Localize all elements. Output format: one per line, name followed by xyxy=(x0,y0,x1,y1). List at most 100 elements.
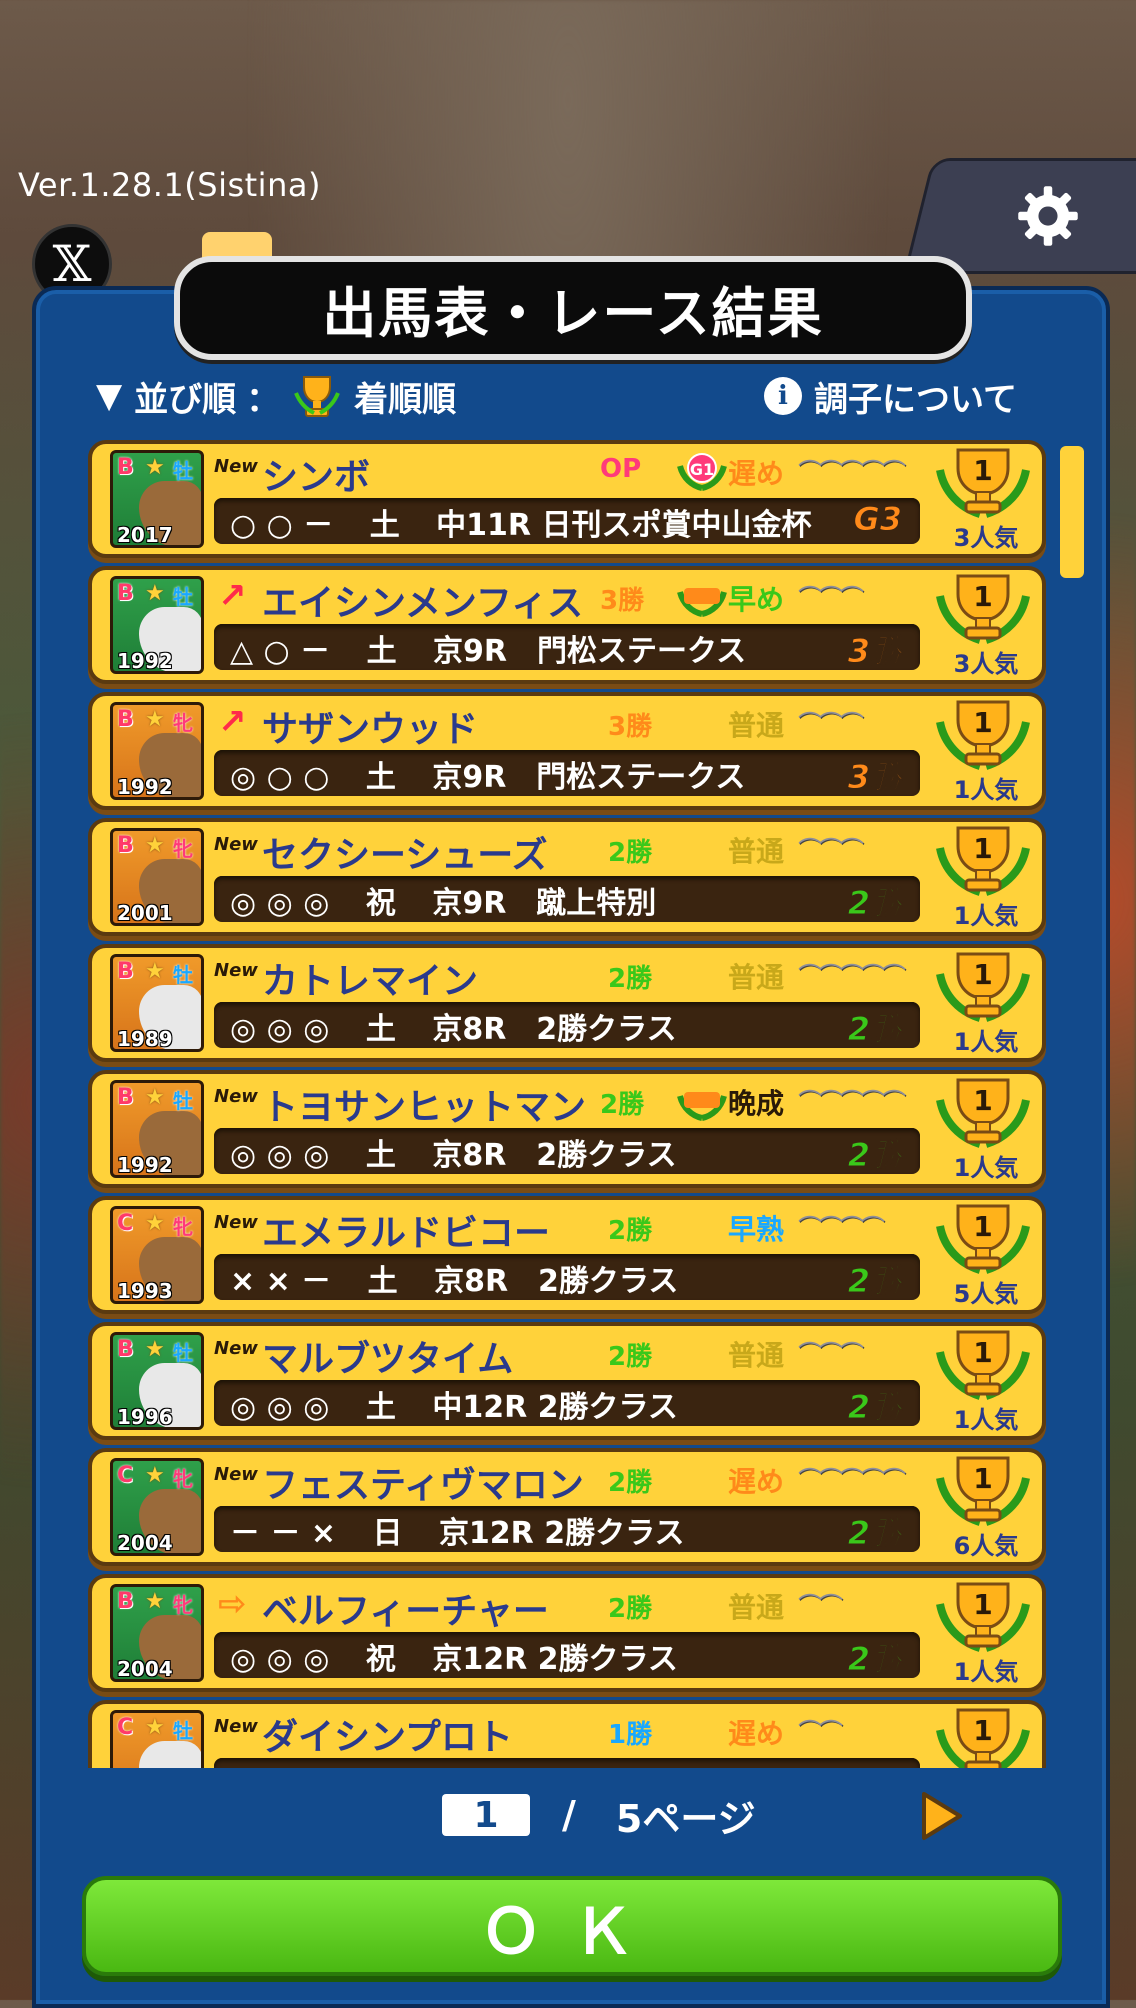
result-row[interactable]: B ★ 牡 1992 New トヨサンヒットマン 2勝 晩成 ⌒⌒⌒⌒⌒ ◎ ◎… xyxy=(88,1070,1046,1188)
svg-text:G1: G1 xyxy=(690,460,714,479)
rank-letter: B xyxy=(117,959,134,984)
result-row[interactable]: B ★ 牝 2001 New セクシーシューズ 2勝 普通 ⌒⌒⌒ ◎ ◎ ◎ … xyxy=(88,818,1046,936)
race-grade-label: 2勝 xyxy=(847,1136,902,1175)
race-grade-label: 2勝 xyxy=(847,1514,902,1553)
race-info: ◎ ◎ ◎ 祝 京9R 蹴上特別 xyxy=(230,878,656,922)
prediction-marks: ◎ ◎ ◎ xyxy=(230,1138,330,1173)
rank-letter: B xyxy=(117,1337,134,1362)
finish-position: 1 xyxy=(973,1210,992,1243)
result-row[interactable]: C ★ 牝 1993 New エメラルドビコー 2勝 早熟 ⌒⌒⌒⌒ × × －… xyxy=(88,1196,1046,1314)
class-label: OP xyxy=(600,454,642,484)
race-name: 京8R 2勝クラス xyxy=(432,1138,677,1173)
growth-type-label: 遅め xyxy=(728,1465,785,1498)
new-badge: New xyxy=(214,960,258,981)
result-row[interactable]: B ★ 牝 1992 ↗ サザンウッド 3勝 普通 ⌒⌒⌒ ◎ ○ ○ 土 京9… xyxy=(88,692,1046,810)
growth-type-label: 普通 xyxy=(728,835,785,868)
trophy-icon: 1 xyxy=(936,700,1030,770)
prediction-marks: ◎ ◎ ◎ xyxy=(230,1012,330,1047)
result-row[interactable]: B ★ 牡 1989 New カトレマイン 2勝 普通 ⌒⌒⌒⌒⌒ ◎ ◎ ◎ … xyxy=(88,944,1046,1062)
horse-name: シンボ xyxy=(262,457,371,498)
horseshoe-rating-icon: ⌒⌒⌒ xyxy=(798,584,864,612)
horse-name: セクシーシューズ xyxy=(262,835,548,876)
birth-year: 2017 xyxy=(117,523,173,547)
birth-year: 1993 xyxy=(117,1279,173,1303)
sex-label: 牡 xyxy=(173,1089,193,1113)
trophy-icon: 1 xyxy=(936,1330,1030,1400)
horse-portrait: B ★ 牝 2004 xyxy=(110,1584,204,1682)
sex-label: 牡 xyxy=(173,1341,193,1365)
birth-year: 1992 xyxy=(117,775,173,799)
class-label: 3勝 xyxy=(600,586,645,616)
race-info: ◎ ◎ ◎ 祝 京12R 2勝クラス xyxy=(230,1634,678,1678)
growth-type-label: 早め xyxy=(728,583,785,616)
sex-label: 牝 xyxy=(173,1467,193,1491)
finish-position: 1 xyxy=(973,580,992,613)
page-number-input[interactable]: 1 xyxy=(442,1794,530,1836)
race-grade-label: 2勝 xyxy=(847,1388,902,1427)
race-info: ◎ ◎ ◎ 土 京8R 2勝クラス xyxy=(230,1004,677,1048)
growth-type-label: 晩成 xyxy=(728,1087,785,1120)
result-list[interactable]: B ★ 牡 2017 New シンボ OP G1 遅め ⌒⌒⌒⌒⌒ ○ ○ － … xyxy=(88,440,1048,1768)
popularity-label: 1人気 xyxy=(953,776,1019,804)
sex-label: 牡 xyxy=(173,585,193,609)
finish-position: 1 xyxy=(973,958,992,991)
finish-position: 1 xyxy=(973,706,992,739)
condition-help-link[interactable]: i 調子について xyxy=(764,366,1017,426)
pager: 1 / 5ページ xyxy=(442,1790,756,1841)
result-row[interactable]: C ★ 牝 2004 New フェスティヴマロン 2勝 遅め ⌒⌒⌒⌒⌒ － －… xyxy=(88,1448,1046,1566)
race-day: 土 xyxy=(365,1012,396,1047)
birth-year: 1996 xyxy=(117,1405,173,1429)
horse-name: サザンウッド xyxy=(262,709,479,750)
horseshoe-rating-icon: ⌒⌒⌒⌒⌒ xyxy=(798,1466,906,1494)
prediction-marks: ◎ ○ ○ xyxy=(230,760,330,795)
new-badge: New xyxy=(214,456,258,477)
g1-icon: G1 xyxy=(677,453,727,491)
result-row[interactable]: B ★ 牡 2017 New シンボ OP G1 遅め ⌒⌒⌒⌒⌒ ○ ○ － … xyxy=(88,440,1046,558)
star-icon: ★ xyxy=(145,707,165,732)
race-info: ◎ ◎ ◎ 土 京8R 2勝クラス xyxy=(230,1130,677,1174)
prediction-marks: △ ○ － xyxy=(230,634,331,669)
race-grade-label: G3 xyxy=(853,500,903,539)
rank-letter: B xyxy=(117,455,134,480)
finish-position: 1 xyxy=(973,1084,992,1117)
result-row[interactable]: B ★ 牡 1996 New マルブツタイム 2勝 普通 ⌒⌒⌒ ◎ ◎ ◎ 土… xyxy=(88,1322,1046,1440)
rank-letter: C xyxy=(117,1463,134,1488)
finish-position: 1 xyxy=(973,1714,992,1747)
trophy-icon: 1 xyxy=(936,574,1030,644)
horse-name: ダイシンプロト xyxy=(262,1717,513,1758)
race-name: 京12R 2勝クラス xyxy=(432,1642,678,1677)
horseshoe-rating-icon: ⌒⌒⌒ xyxy=(798,710,864,738)
trend-arrow-icon: ↗ xyxy=(218,702,247,742)
race-name: 中11R 日刊スポ賞中山金杯 xyxy=(436,508,812,543)
race-grade-label: 3勝 xyxy=(847,758,902,797)
panel-title: 出馬表・レース結果 xyxy=(174,256,972,360)
next-page-arrow-icon[interactable] xyxy=(918,1790,964,1842)
gear-icon[interactable] xyxy=(1014,182,1082,250)
race-day: 日 xyxy=(372,1516,403,1551)
result-row[interactable]: B ★ 牡 1992 ↗ エイシンメンフィス 3勝 早め ⌒⌒⌒ △ ○ － 土… xyxy=(88,566,1046,684)
horseshoe-rating-icon: ⌒⌒⌒ xyxy=(798,836,864,864)
jusho-icon xyxy=(677,588,727,617)
horse-portrait: C ★ 牡 xyxy=(110,1710,204,1768)
horse-portrait: B ★ 牡 1996 xyxy=(110,1332,204,1430)
horseshoe-rating-icon: ⌒⌒⌒⌒⌒ xyxy=(798,458,906,486)
horse-name: エメラルドビコー xyxy=(262,1213,551,1254)
sex-label: 牡 xyxy=(173,1719,193,1743)
result-row[interactable]: C ★ 牡 New ダイシンプロト 1勝 遅め ⌒⌒ 1 xyxy=(88,1700,1046,1768)
ok-button[interactable]: ＯＫ xyxy=(82,1876,1062,1976)
race-info: ○ ○ － 土 中11R 日刊スポ賞中山金杯 xyxy=(230,500,811,544)
star-icon: ★ xyxy=(145,1211,165,1236)
growth-type-label: 普通 xyxy=(728,1339,785,1372)
race-grade-label: 2勝 xyxy=(847,1262,902,1301)
result-row[interactable]: B ★ 牝 2004 ⇨ ベルフィーチャー 2勝 普通 ⌒⌒ ◎ ◎ ◎ 祝 京… xyxy=(88,1574,1046,1692)
race-info: ◎ ○ ○ 土 京9R 門松ステークス xyxy=(230,752,745,796)
sort-selector[interactable]: ▼ 並び順 ： 着順順 xyxy=(96,366,456,426)
trend-arrow-icon: ⇨ xyxy=(218,1584,247,1624)
race-grade-label: 2勝 xyxy=(847,884,902,923)
popularity-label: 3人気 xyxy=(953,524,1019,552)
growth-type-label: 遅め xyxy=(728,457,785,490)
star-icon: ★ xyxy=(145,1463,165,1488)
popularity-label: 5人気 xyxy=(953,1280,1019,1308)
class-label: 2勝 xyxy=(608,1216,653,1246)
scrollbar-thumb[interactable] xyxy=(1060,446,1084,578)
